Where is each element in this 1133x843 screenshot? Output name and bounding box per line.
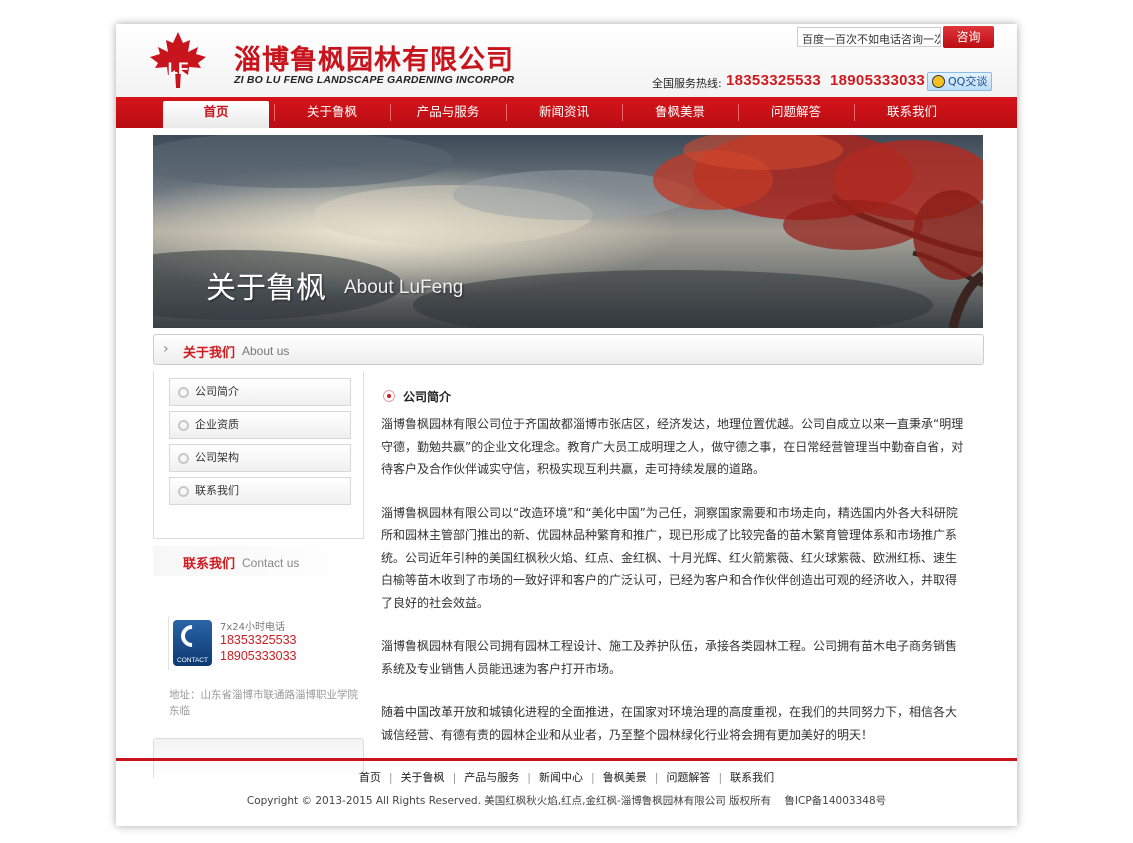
nav-home[interactable]: 首页 (163, 101, 269, 128)
nav-faq[interactable]: 问题解答 (740, 97, 852, 128)
nav-divider (854, 104, 855, 121)
swirl-bullet-icon (178, 486, 189, 497)
site-header: LF 淄博鲁枫园林有限公司 ZI BO LU FENG LANDSCAPE GA… (116, 24, 1017, 97)
nav-products[interactable]: 产品与服务 (392, 97, 504, 128)
footer-nav: 首页 | 关于鲁枫 | 产品与服务 | 新闻中心 | 鲁枫美景 | 问题解答 | 联系我们 (116, 769, 1017, 785)
content-paragraph: 淄博鲁枫园林有限公司以“改造环境”和“美化中国”为己任，洞察国家需要和市场走向，… (381, 505, 958, 610)
nav-scenery[interactable]: 鲁枫美景 (624, 97, 736, 128)
nav-divider (622, 104, 623, 121)
sidebar-item-label: 联系我们 (195, 484, 239, 497)
footer-separator: | (718, 771, 723, 784)
nav-divider (274, 104, 275, 121)
phone-number-1: 18353325533 (220, 633, 297, 647)
sidebar-menu: 公司简介 企业资质 公司架构 联系我们 (153, 371, 364, 539)
phone-number-2: 18905333033 (220, 649, 297, 663)
contact-icon-label: CONTACT (177, 657, 208, 664)
sidebar-item-structure[interactable]: 公司架构 (169, 444, 351, 472)
sidebar-item-label: 公司简介 (195, 385, 239, 398)
hotline-label: 全国服务热线: (652, 77, 722, 90)
page-container: LF 淄博鲁枫园林有限公司 ZI BO LU FENG LANDSCAPE GA… (116, 24, 1017, 826)
footer-separator: | (591, 771, 595, 784)
sidebar-item-label: 公司架构 (195, 451, 239, 464)
qq-penguin-icon (932, 75, 945, 88)
hotline-numbers: 18353325533 18905333033 (726, 72, 926, 89)
maple-leaf-logo-icon[interactable]: LF (146, 30, 210, 92)
content-paragraph: 淄博鲁枫园林有限公司位于齐国故都淄博市张店区，经济发达，地理位置优越。公司自成立… (381, 417, 964, 476)
footer-separator: | (527, 771, 531, 784)
address-text: 地址：山东省淄博市联通路淄博职业学院东临 (169, 689, 358, 717)
target-bullet-icon (383, 390, 395, 402)
phone-handset-icon (176, 620, 208, 652)
footer-separator: | (388, 771, 393, 784)
chevron-right-icon: › (163, 341, 169, 357)
footer-link-faq[interactable]: 问题解答 (666, 771, 710, 784)
phone-contact-icon: CONTACT (173, 620, 212, 666)
section-subtitle: About us (242, 344, 290, 358)
nav-divider (506, 104, 507, 121)
footer-separator: | (654, 771, 659, 784)
copyright-text: Copyright © 2013-2015 All Rights Reserve… (246, 795, 887, 807)
sidebar-item-company-intro[interactable]: 公司简介 (169, 378, 351, 406)
nav-divider (390, 104, 391, 121)
nav-divider (738, 104, 739, 121)
swirl-bullet-icon (178, 387, 189, 398)
contact-info-box: CONTACT 7x24小时电话 18353325533 18905333033 (168, 616, 363, 670)
footer-link-home[interactable]: 首页 (359, 771, 381, 784)
content-paragraph: 淄博鲁枫园林有限公司拥有园林工程设计、施工及养护队伍，承接各类园林工程。公司拥有… (381, 639, 958, 676)
contact-subtitle: Contact us (242, 556, 300, 570)
footer-divider (116, 758, 1017, 761)
contact-title: 联系我们 (183, 557, 236, 572)
service-hours: 7x24小时电话 (220, 622, 286, 633)
content-body: 淄博鲁枫园林有限公司位于齐国故都淄博市张店区，经济发达，地理位置优越。公司自成立… (381, 413, 968, 767)
section-header-bar: › 关于我们 About us (153, 334, 984, 365)
contact-header: 联系我们 Contact us (153, 546, 364, 576)
content-title: 公司简介 (403, 390, 452, 404)
banner-title: 关于鲁枫 (206, 271, 326, 306)
logo-letters: LF (168, 59, 189, 78)
footer-link-products[interactable]: 产品与服务 (464, 771, 519, 784)
consult-button[interactable]: 咨询 (943, 26, 994, 48)
footer-link-news[interactable]: 新闻中心 (539, 771, 583, 784)
qq-chat-label: QQ交谈 (948, 75, 988, 88)
nav-news[interactable]: 新闻资讯 (508, 97, 620, 128)
nav-about[interactable]: 关于鲁枫 (276, 97, 388, 128)
company-name-en: ZI BO LU FENG LANDSCAPE GARDENING INCORP… (234, 74, 515, 86)
main-nav: 首页 关于鲁枫 产品与服务 新闻资讯 鲁枫美景 问题解答 联系我们 (116, 97, 1017, 128)
nav-contact[interactable]: 联系我们 (856, 97, 968, 128)
footer-separator: | (452, 771, 457, 784)
content-paragraph: 随着中国改革开放和城镇化进程的全面推进，在国家对环境治理的高度重视，在我们的共同… (381, 705, 958, 742)
swirl-bullet-icon (178, 453, 189, 464)
sidebar-item-contact[interactable]: 联系我们 (169, 477, 351, 505)
sidebar-item-label: 企业资质 (195, 418, 239, 431)
footer-link-about[interactable]: 关于鲁枫 (401, 771, 445, 784)
swirl-bullet-icon (178, 420, 189, 431)
footer-link-contact[interactable]: 联系我们 (730, 771, 774, 784)
banner-subtitle: About LuFeng (344, 277, 464, 298)
qq-chat-button[interactable]: QQ交谈 (927, 72, 992, 91)
about-banner: 关于鲁枫 About LuFeng (153, 135, 983, 328)
company-name-cn[interactable]: 淄博鲁枫园林有限公司 (234, 38, 514, 77)
footer-link-scenery[interactable]: 鲁枫美景 (603, 771, 647, 784)
sidebar-item-qualification[interactable]: 企业资质 (169, 411, 351, 439)
search-input[interactable]: 百度一百次不如电话咨询一次 (797, 27, 941, 47)
section-title: 关于我们 (183, 346, 236, 361)
